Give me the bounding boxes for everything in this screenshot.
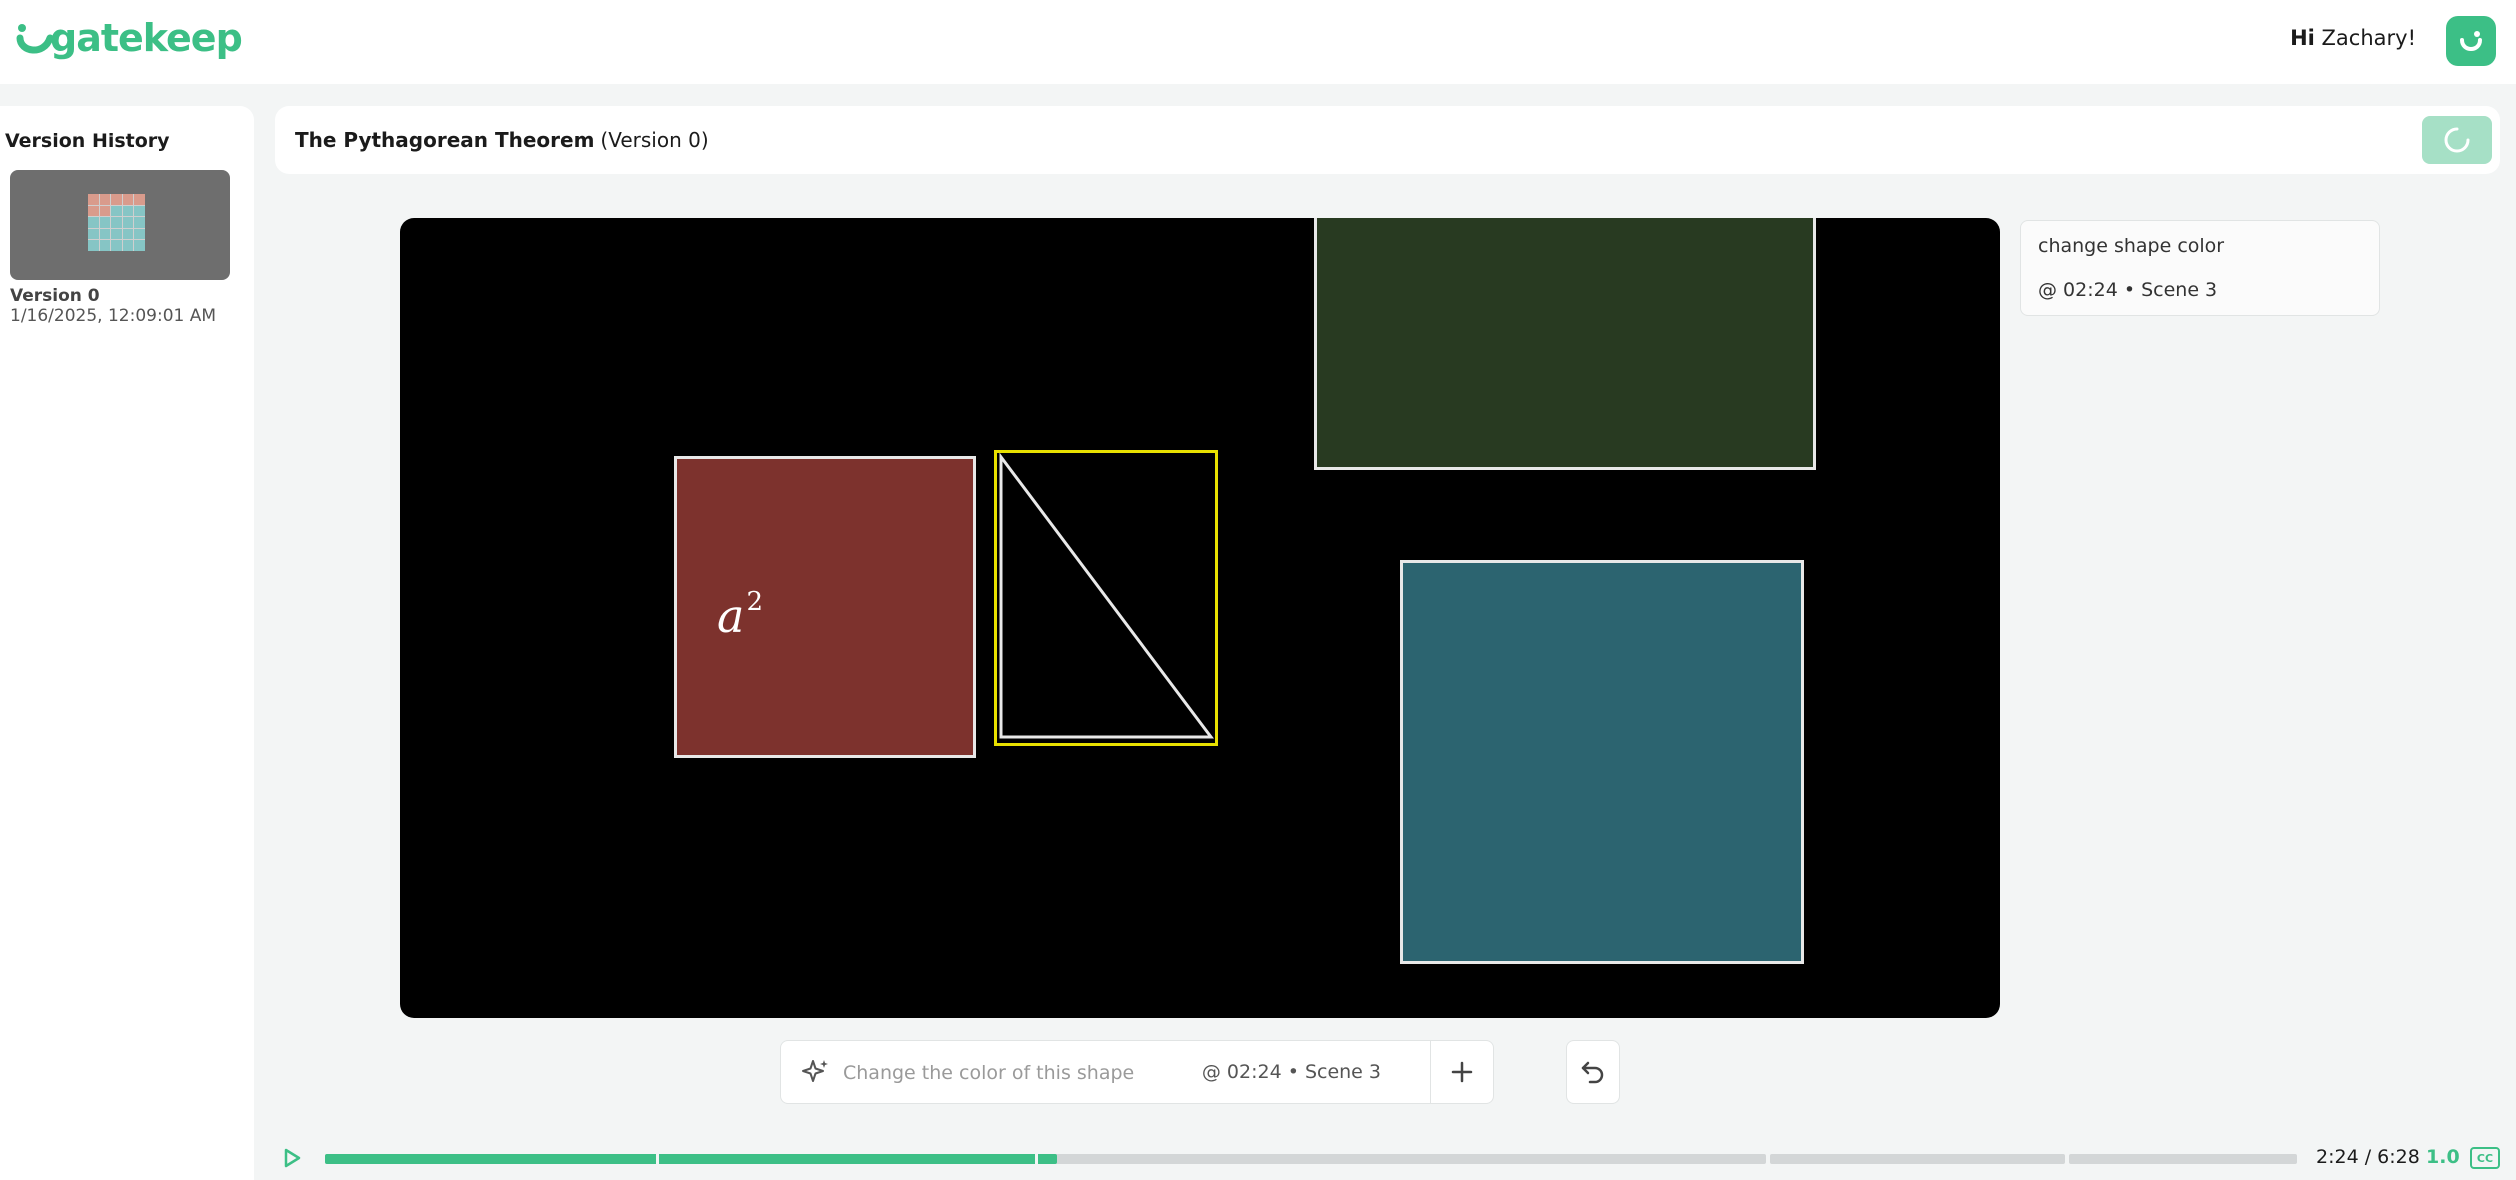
green-square[interactable] [1314, 218, 1816, 470]
document-version: (Version 0) [600, 128, 709, 152]
version-history-panel: Version History Version 0 1/16/2025, 12:… [0, 106, 254, 1180]
logo[interactable]: gatekeep [14, 12, 243, 60]
prompt-timestamp: @ 02:24 • Scene 3 [1201, 1061, 1381, 1083]
timeline-segment-gap [656, 1154, 659, 1164]
refresh-icon [2444, 127, 2470, 153]
math-label-base: a [717, 589, 745, 643]
document-title: The Pythagorean Theorem (Version 0) [295, 128, 709, 152]
comment-card[interactable]: change shape color @ 02:24 • Scene 3 [2020, 220, 2380, 316]
sparkle-icon [802, 1060, 828, 1082]
logo-smile-icon [16, 24, 54, 54]
version-history-title: Version History [5, 130, 170, 152]
add-button[interactable] [1431, 1041, 1493, 1103]
top-bar: gatekeep Hi Zachary! [0, 0, 2516, 84]
red-square[interactable]: a2 [674, 456, 976, 758]
teal-square[interactable] [1400, 560, 1804, 964]
plus-icon [1451, 1061, 1473, 1083]
comment-text: change shape color [2038, 235, 2225, 257]
avatar-smile-icon [2460, 31, 2482, 51]
thumbnail-preview [88, 194, 145, 251]
time-display: 2:24 / 6:28 [2316, 1146, 2420, 1168]
undo-button[interactable] [1566, 1040, 1620, 1104]
math-label: a2 [717, 587, 763, 643]
selected-triangle-highlight[interactable] [994, 450, 1218, 746]
user-name: Zachary! [2321, 26, 2416, 50]
version-thumbnail[interactable] [10, 170, 230, 280]
playback-speed[interactable]: 1.0 [2426, 1146, 2460, 1168]
document-title-bar: The Pythagorean Theorem (Version 0) [275, 106, 2500, 174]
math-label-exponent: 2 [746, 587, 763, 617]
comment-timestamp: @ 02:24 • Scene 3 [2038, 279, 2218, 301]
play-button[interactable] [280, 1146, 304, 1170]
version-date: 1/16/2025, 12:09:01 AM [10, 306, 217, 326]
edit-prompt-bar: @ 02:24 • Scene 3 [780, 1040, 1494, 1104]
timeline-progress [325, 1154, 1057, 1164]
version-name[interactable]: Version 0 [10, 286, 100, 306]
video-canvas[interactable]: a2 [400, 218, 2000, 1018]
avatar[interactable] [2446, 16, 2496, 66]
greeting: Hi Zachary! [2290, 26, 2416, 50]
refresh-button[interactable] [2422, 116, 2492, 164]
timeline-segment[interactable] [2069, 1154, 2297, 1164]
right-triangle [999, 453, 1214, 739]
greeting-prefix: Hi [2290, 26, 2315, 50]
document-title-text: The Pythagorean Theorem [295, 128, 595, 152]
cc-button[interactable]: CC [2470, 1147, 2500, 1169]
timeline-segment[interactable] [1037, 1154, 1766, 1164]
timeline-segment[interactable] [1770, 1154, 2065, 1164]
play-icon [284, 1148, 301, 1168]
cc-icon: CC [2476, 1151, 2494, 1165]
timeline-segment-gap [1035, 1154, 1038, 1164]
logo-text: gatekeep [50, 16, 243, 60]
timeline-track[interactable] [325, 1154, 2297, 1164]
undo-icon [1581, 1061, 1604, 1084]
